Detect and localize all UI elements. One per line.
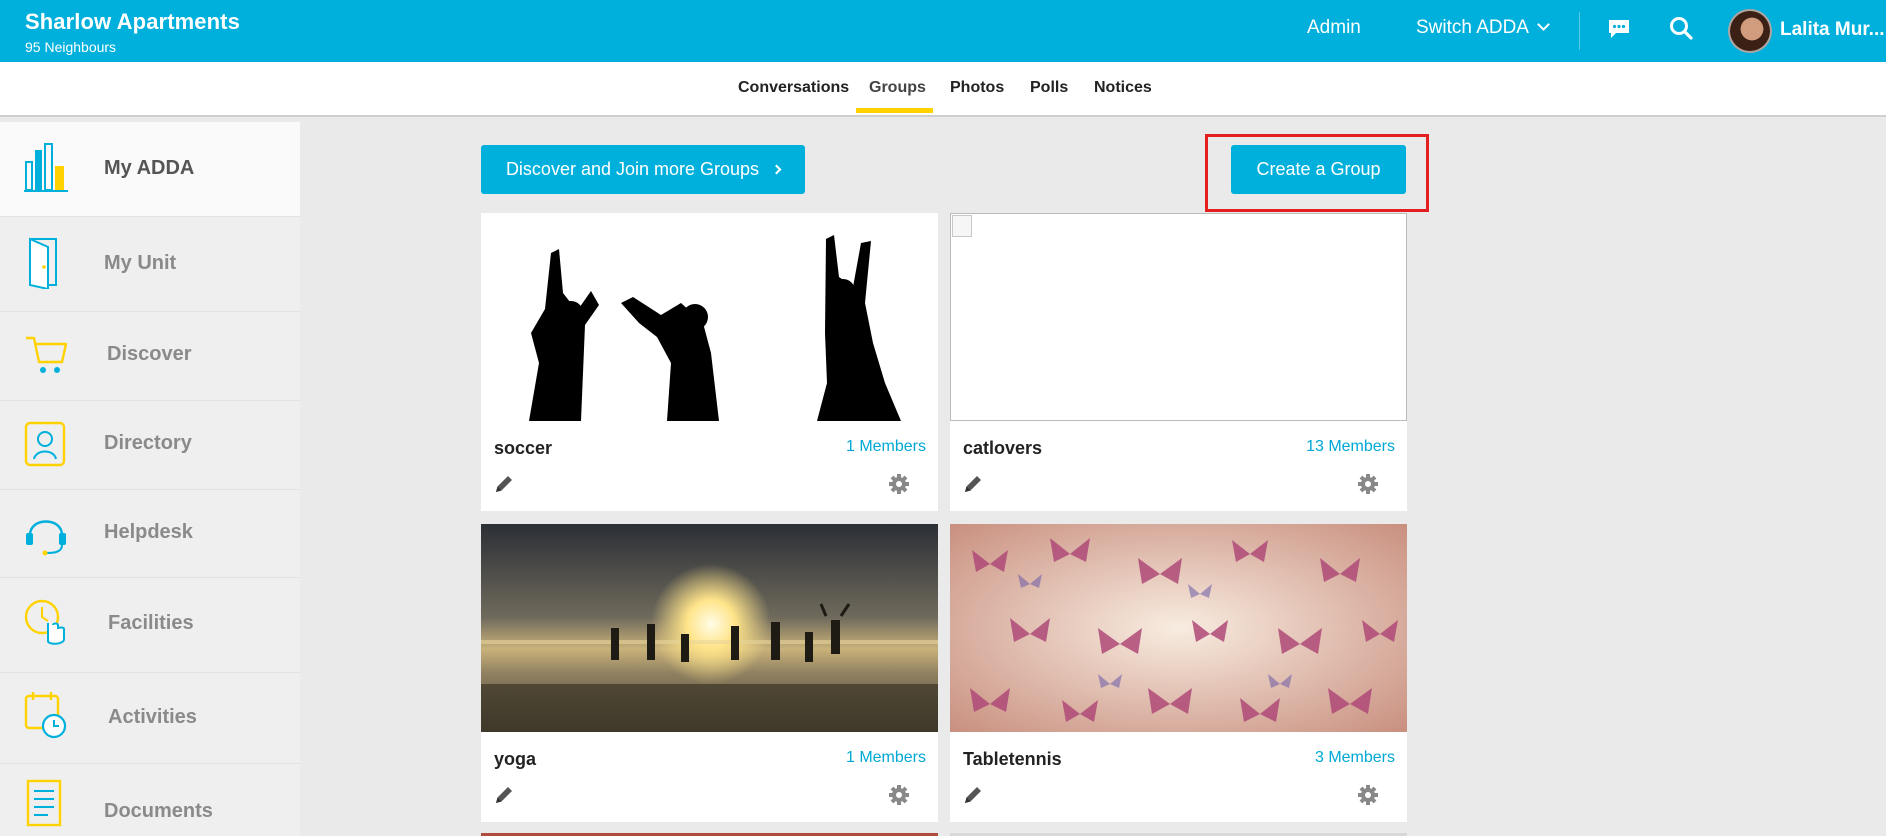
gear-icon[interactable] bbox=[1356, 783, 1380, 807]
chevron-right-icon bbox=[771, 164, 782, 175]
user-name[interactable]: Lalita Mur... bbox=[1780, 19, 1886, 41]
group-card-soccer[interactable]: soccer 1 Members bbox=[481, 213, 938, 511]
pencil-icon[interactable] bbox=[962, 784, 984, 806]
group-image-butterflies[interactable] bbox=[950, 524, 1407, 732]
create-group-button[interactable]: Create a Group bbox=[1231, 145, 1406, 194]
app-title[interactable]: Sharlow Apartments bbox=[25, 9, 240, 35]
header-divider bbox=[1579, 12, 1580, 50]
pencil-icon[interactable] bbox=[493, 784, 515, 806]
group-image-silhouettes[interactable] bbox=[481, 213, 938, 421]
sidebar-item-label: Documents bbox=[104, 800, 213, 822]
pencil-icon[interactable] bbox=[493, 473, 515, 495]
create-group-label: Create a Group bbox=[1256, 159, 1381, 179]
chat-icon[interactable] bbox=[1606, 16, 1632, 42]
headset-icon bbox=[26, 520, 66, 556]
contact-book-icon bbox=[24, 421, 66, 467]
group-members-count[interactable]: 1 Members bbox=[846, 749, 926, 767]
tab-notices[interactable]: Notices bbox=[1094, 79, 1152, 97]
group-members-count[interactable]: 3 Members bbox=[1315, 749, 1395, 767]
clock-hand-icon bbox=[24, 599, 65, 645]
document-icon bbox=[26, 779, 62, 827]
sidebar-item-label: My Unit bbox=[104, 252, 177, 274]
top-header-bar: Sharlow Apartments 95 Neighbours Admin S… bbox=[0, 0, 1886, 62]
sidebar-item-my-adda[interactable]: My ADDA bbox=[0, 122, 300, 217]
neighbours-count: 95 Neighbours bbox=[25, 39, 117, 55]
sidebar-item-label: Helpdesk bbox=[104, 521, 193, 543]
group-name[interactable]: catlovers bbox=[963, 438, 1042, 459]
sidebar-item-my-unit[interactable]: My Unit bbox=[0, 218, 300, 312]
gear-icon[interactable] bbox=[887, 783, 911, 807]
sidebar-item-activities[interactable]: Activities bbox=[0, 674, 300, 764]
broken-image-icon bbox=[952, 215, 972, 237]
sidebar-item-facilities[interactable]: Facilities bbox=[0, 579, 300, 673]
group-card-catlovers[interactable]: catlovers 13 Members bbox=[950, 213, 1407, 511]
group-name[interactable]: Tabletennis bbox=[963, 749, 1062, 770]
discover-groups-label: Discover and Join more Groups bbox=[505, 159, 760, 179]
gear-icon[interactable] bbox=[887, 472, 911, 496]
sidebar: My ADDA My Unit Discover Directory Helpd… bbox=[0, 122, 300, 836]
sidebar-item-label: Directory bbox=[104, 432, 192, 454]
tab-conversations[interactable]: Conversations bbox=[738, 79, 849, 97]
pencil-icon[interactable] bbox=[962, 473, 984, 495]
group-name[interactable]: yoga bbox=[494, 749, 536, 770]
search-icon[interactable] bbox=[1668, 15, 1694, 41]
group-image-broken[interactable] bbox=[950, 213, 1407, 421]
brand-block[interactable]: Sharlow Apartments 95 Neighbours bbox=[25, 9, 240, 55]
discover-groups-button[interactable]: Discover and Join more Groups bbox=[481, 145, 805, 194]
group-card-tabletennis[interactable]: Tabletennis 3 Members bbox=[950, 524, 1407, 822]
active-tab-indicator bbox=[856, 108, 933, 113]
sidebar-item-discover[interactable]: Discover bbox=[0, 313, 300, 401]
admin-link[interactable]: Admin bbox=[1307, 17, 1361, 39]
sidebar-item-documents[interactable]: Documents bbox=[0, 765, 300, 836]
gear-icon[interactable] bbox=[1356, 472, 1380, 496]
avatar[interactable] bbox=[1728, 9, 1772, 53]
sidebar-item-directory[interactable]: Directory bbox=[0, 402, 300, 490]
sidebar-item-label: Activities bbox=[108, 706, 197, 728]
sidebar-item-label: Discover bbox=[107, 343, 192, 365]
group-members-count[interactable]: 1 Members bbox=[846, 438, 926, 456]
sidebar-item-helpdesk[interactable]: Helpdesk bbox=[0, 491, 300, 578]
building-icon bbox=[24, 143, 68, 192]
tab-groups[interactable]: Groups bbox=[869, 79, 926, 97]
tab-polls[interactable]: Polls bbox=[1030, 79, 1068, 97]
chevron-down-icon bbox=[1537, 18, 1550, 31]
group-image-beach-sunset[interactable] bbox=[481, 524, 938, 732]
cart-icon bbox=[26, 336, 68, 373]
group-name[interactable]: soccer bbox=[494, 438, 552, 459]
door-icon bbox=[29, 237, 57, 289]
switch-adda-dropdown[interactable]: Switch ADDA bbox=[1416, 17, 1550, 39]
calendar-clock-icon bbox=[24, 692, 67, 739]
group-card-yoga[interactable]: yoga 1 Members bbox=[481, 524, 938, 822]
sidebar-item-label: My ADDA bbox=[104, 157, 195, 179]
switch-adda-label: Switch ADDA bbox=[1416, 17, 1529, 38]
section-tabs: Conversations Groups Photos Polls Notice… bbox=[0, 62, 1886, 117]
group-members-count[interactable]: 13 Members bbox=[1306, 438, 1395, 456]
sidebar-item-label: Facilities bbox=[108, 612, 194, 634]
tab-photos[interactable]: Photos bbox=[950, 79, 1004, 97]
